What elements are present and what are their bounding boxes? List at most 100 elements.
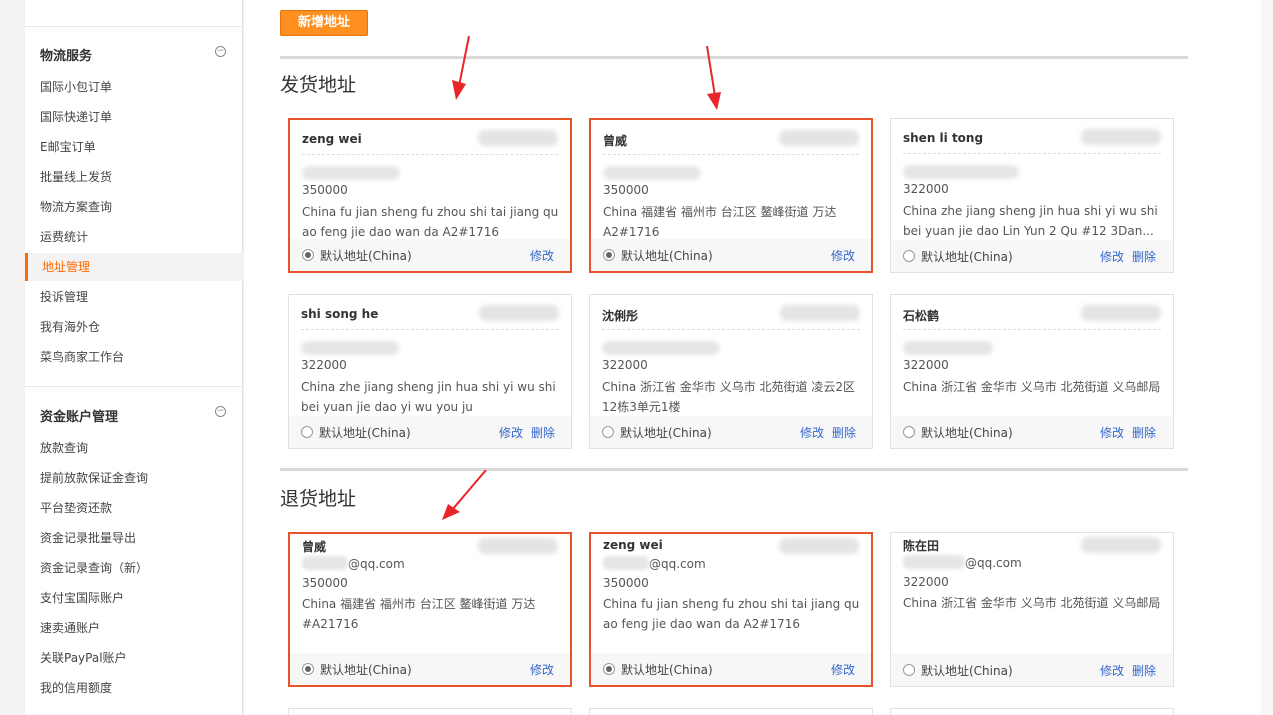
edit-link[interactable]: 修改 <box>831 661 855 678</box>
menu-item-address-manage[interactable]: 地址管理 <box>25 253 243 281</box>
delete-link[interactable]: 删除 <box>531 424 555 441</box>
masked-detail <box>301 341 399 355</box>
menu-item-alipay[interactable]: 支付宝国际账户 <box>25 584 243 612</box>
phone-masked <box>478 538 558 554</box>
ship-address-title: 发货地址 <box>280 74 357 96</box>
return-address-card: 陈在田 @qq.com 322000 China 浙江省 金华市 义乌市 北苑街… <box>890 532 1174 687</box>
default-label: 默认地址(China) <box>621 249 713 263</box>
return-address-card-partial <box>890 708 1174 715</box>
zip-code: 322000 <box>903 182 949 196</box>
group-divider <box>25 386 243 387</box>
zip-code: 322000 <box>903 575 949 589</box>
address-text: China 浙江省 金华市 义乌市 北苑街道 义乌邮局 <box>903 380 1161 394</box>
address-text: China 浙江省 金华市 义乌市 北苑街道 义乌邮局 <box>903 596 1161 610</box>
menu-item-records-query[interactable]: 资金记录查询（新） <box>25 554 243 582</box>
phone-masked <box>1081 537 1161 553</box>
phone-masked <box>780 305 860 321</box>
return-address-title: 退货地址 <box>280 488 357 510</box>
default-radio[interactable] <box>903 664 915 676</box>
ship-address-card: shen li tong 322000 China zhe jiang shen… <box>890 118 1174 273</box>
card-divider <box>602 329 860 330</box>
menu-item-cainiao[interactable]: 菜鸟商家工作台 <box>25 343 243 371</box>
edit-link[interactable]: 修改 <box>530 247 554 264</box>
contact-name: zeng wei <box>603 538 663 552</box>
contact-name: zeng wei <box>302 132 362 146</box>
edit-link[interactable]: 修改 <box>1100 248 1124 265</box>
edit-link[interactable]: 修改 <box>530 661 554 678</box>
menu-item-epacket[interactable]: E邮宝订单 <box>25 133 243 161</box>
address-text: China 福建省 福州市 台江区 鳌峰街道 万达 #A21716 <box>302 597 536 631</box>
masked-detail <box>903 341 993 355</box>
email-text: @qq.com <box>903 555 1022 570</box>
collapse-icon[interactable]: − <box>215 46 226 57</box>
add-address-button[interactable]: 新增地址 <box>280 10 368 36</box>
delete-link[interactable]: 删除 <box>1132 424 1156 441</box>
default-radio[interactable] <box>603 663 615 675</box>
menu-item-paypal[interactable]: 关联PayPal账户 <box>25 644 243 672</box>
phone-masked <box>479 305 559 321</box>
default-radio[interactable] <box>302 663 314 675</box>
contact-name: shen li tong <box>903 131 984 145</box>
return-address-card-partial <box>589 708 873 715</box>
annotation-arrow-icon <box>706 45 721 110</box>
address-text: China fu jian sheng fu zhou shi tai jian… <box>603 597 860 631</box>
address-text: China fu jian sheng fu zhou shi tai jian… <box>302 205 559 239</box>
edit-link[interactable]: 修改 <box>1100 424 1124 441</box>
menu-item-records-export[interactable]: 资金记录批量导出 <box>25 524 243 552</box>
contact-name: 沈俐彤 <box>602 309 639 323</box>
menu-item-overseas-warehouse[interactable]: 我有海外仓 <box>25 313 243 341</box>
email-domain: @qq.com <box>649 557 706 571</box>
contact-name: 石松鹤 <box>903 309 940 323</box>
ship-address-card: zeng wei 350000 China fu jian sheng fu z… <box>288 118 572 273</box>
annotation-arrow-icon <box>442 469 487 520</box>
menu-item-intl-express[interactable]: 国际快递订单 <box>25 103 243 131</box>
phone-masked <box>779 538 859 554</box>
default-radio[interactable] <box>302 249 314 261</box>
default-label: 默认地址(China) <box>320 663 412 677</box>
sidebar: 物流服务 − 国际小包订单 国际快递订单 E邮宝订单 批量线上发货 物流方案查询… <box>25 0 243 715</box>
return-address-card-partial <box>288 708 572 715</box>
edit-link[interactable]: 修改 <box>1100 662 1124 679</box>
edit-link[interactable]: 修改 <box>800 424 824 441</box>
menu-item-logistics-query[interactable]: 物流方案查询 <box>25 193 243 221</box>
default-radio[interactable] <box>301 426 313 438</box>
edit-link[interactable]: 修改 <box>499 424 523 441</box>
card-footer: 默认地址(China) 修改 <box>290 653 570 685</box>
phone-masked <box>1081 305 1161 321</box>
menu-item-complaints[interactable]: 投诉管理 <box>25 283 243 311</box>
menu-item-payout-query[interactable]: 放款查询 <box>25 434 243 462</box>
email-mask <box>302 556 348 570</box>
default-label: 默认地址(China) <box>621 663 713 677</box>
address-text: China zhe jiang sheng jin hua shi yi wu … <box>903 204 1158 238</box>
phone-masked <box>779 130 859 146</box>
menu-item-credit[interactable]: 我的信用额度 <box>25 674 243 702</box>
zip-code: 322000 <box>903 358 949 372</box>
menu-item-batch-ship[interactable]: 批量线上发货 <box>25 163 243 191</box>
default-radio[interactable] <box>903 250 915 262</box>
delete-link[interactable]: 删除 <box>832 424 856 441</box>
delete-link[interactable]: 删除 <box>1132 662 1156 679</box>
menu-item-early-payout[interactable]: 提前放款保证金查询 <box>25 464 243 492</box>
zip-code: 322000 <box>602 358 648 372</box>
edit-link[interactable]: 修改 <box>831 247 855 264</box>
collapse-icon[interactable]: − <box>215 406 226 417</box>
masked-detail <box>903 165 1019 179</box>
delete-link[interactable]: 删除 <box>1132 248 1156 265</box>
default-radio[interactable] <box>903 426 915 438</box>
card-footer: 默认地址(China) 修改 <box>290 239 570 271</box>
phone-masked <box>1081 129 1161 145</box>
default-label: 默认地址(China) <box>620 426 712 440</box>
card-divider <box>603 154 859 155</box>
default-radio[interactable] <box>603 249 615 261</box>
card-footer: 默认地址(China) 修改 删除 <box>891 240 1173 272</box>
default-radio[interactable] <box>602 426 614 438</box>
menu-item-intl-packet[interactable]: 国际小包订单 <box>25 73 243 101</box>
ship-address-card: 沈俐彤 322000 China 浙江省 金华市 义乌市 北苑街道 凌云2区 1… <box>589 294 873 449</box>
contact-name: 陈在田 <box>903 539 940 553</box>
menu-item-freight-stats[interactable]: 运费统计 <box>25 223 243 251</box>
email-mask <box>603 556 649 570</box>
menu-item-platform-repay[interactable]: 平台垫资还款 <box>25 494 243 522</box>
section-divider <box>280 468 1188 471</box>
group-title-finance: 资金账户管理 <box>40 410 119 425</box>
menu-item-aliexpress-account[interactable]: 速卖通账户 <box>25 614 243 642</box>
